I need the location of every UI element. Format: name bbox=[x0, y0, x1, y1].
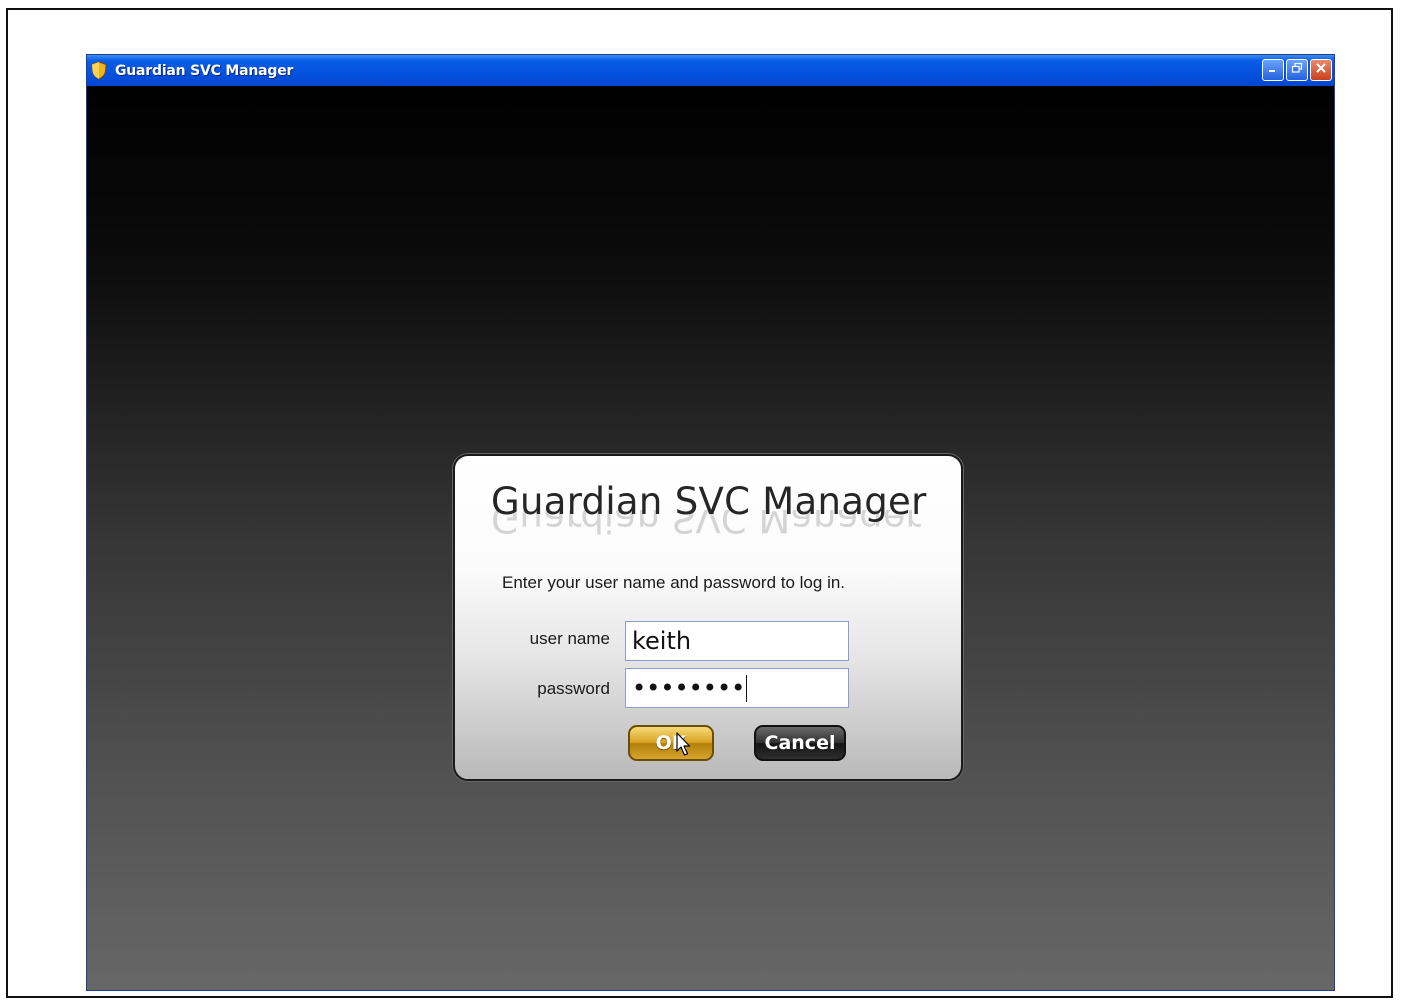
text-caret bbox=[746, 674, 748, 702]
restore-button[interactable] bbox=[1286, 59, 1308, 81]
password-input[interactable]: •••••••• bbox=[625, 668, 849, 708]
login-instructions: Enter your user name and password to log… bbox=[502, 573, 846, 592]
app-canvas: Guardian SVC Manager Guardian SVC Manage… bbox=[87, 86, 1334, 990]
app-window: Guardian SVC Manager Guardian SVC Manage… bbox=[86, 54, 1335, 991]
username-label: user name bbox=[529, 629, 610, 648]
mouse-pointer-icon bbox=[676, 732, 691, 756]
cancel-button-label: Cancel bbox=[764, 732, 836, 754]
password-mask: •••••••• bbox=[632, 674, 746, 702]
close-button[interactable] bbox=[1310, 59, 1332, 81]
restore-icon bbox=[1291, 61, 1303, 79]
cancel-button[interactable]: Cancel bbox=[754, 725, 846, 761]
minimize-button[interactable] bbox=[1262, 59, 1284, 81]
login-dialog: Guardian SVC Manager Guardian SVC Manage… bbox=[453, 454, 963, 781]
window-controls bbox=[1262, 59, 1332, 81]
username-value: keith bbox=[632, 627, 692, 655]
minimize-icon bbox=[1267, 61, 1279, 79]
shield-icon bbox=[91, 61, 109, 81]
close-icon bbox=[1315, 61, 1327, 79]
ok-button[interactable]: OK bbox=[628, 725, 714, 761]
screenshot-frame: Guardian SVC Manager Guardian SVC Manage… bbox=[6, 8, 1393, 998]
window-title: Guardian SVC Manager bbox=[115, 62, 294, 79]
password-label: password bbox=[537, 679, 610, 698]
username-input[interactable]: keith bbox=[625, 621, 849, 661]
title-bar[interactable]: Guardian SVC Manager bbox=[87, 55, 1334, 86]
dialog-title-reflection: Guardian SVC Manager bbox=[491, 510, 921, 540]
